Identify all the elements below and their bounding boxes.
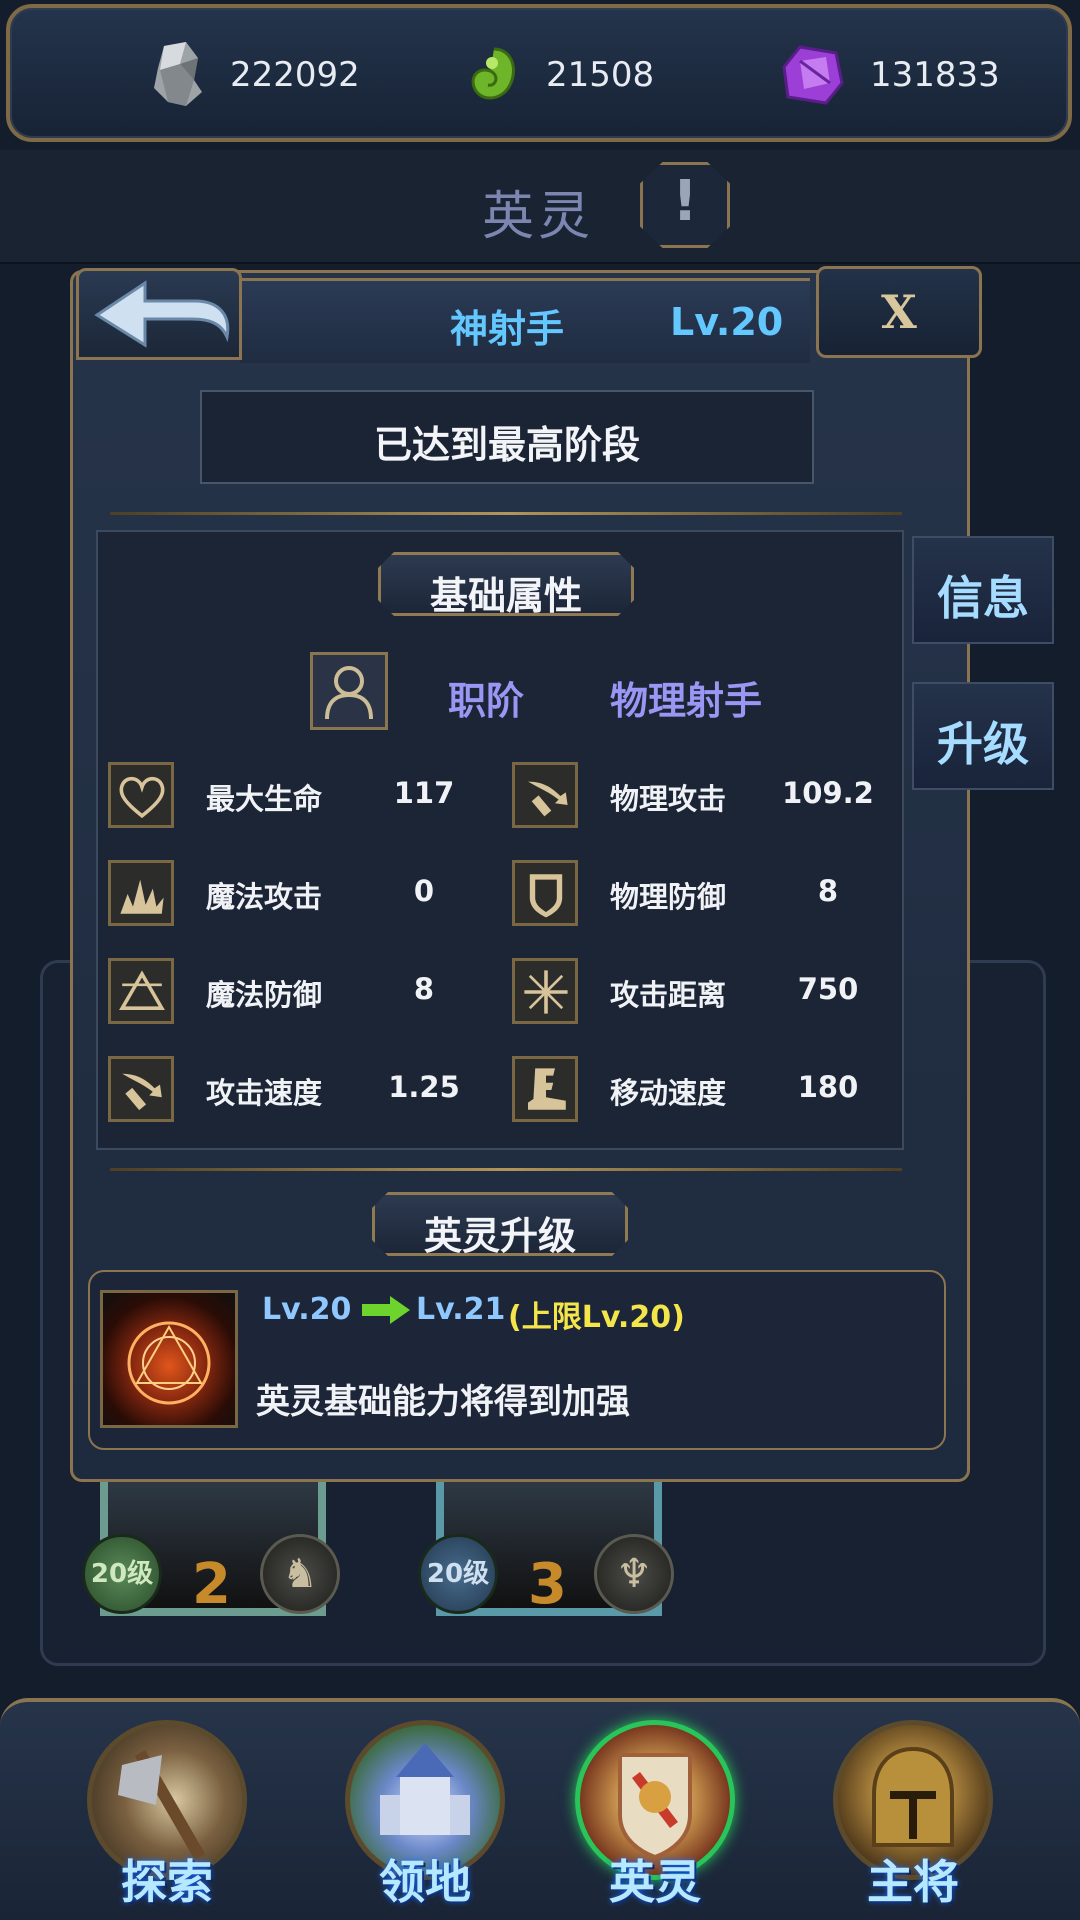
horse-head-icon: ♞ [260,1534,340,1614]
resource-stone-value: 222092 [230,55,360,95]
sword-speed-icon [108,1056,174,1122]
stage-status-text: 已达到最高阶段 [373,423,640,467]
section-title-upgrade: 英灵升级 [372,1192,628,1256]
stat-value: 8 [817,874,839,908]
section-title-basic-text: 基础属性 [429,574,582,618]
resource-essence: 21508 [466,45,654,105]
nav-territory-label: 领地 [379,1855,471,1909]
hero-card-rank: 2 [192,1552,231,1617]
stat-value: 0 [413,874,435,908]
stat-value: 109.2 [782,776,874,810]
exclamation-icon: ! [672,169,698,234]
divider [110,512,902,515]
resource-stone: 222092 [146,42,360,106]
nav-heroes-label: 英灵 [609,1855,701,1909]
magic-burst-icon [108,860,174,926]
alert-button[interactable]: ! [640,162,730,248]
resource-crystal: 131833 [780,45,1000,105]
close-icon: X [881,285,917,339]
purple-crystal-icon [780,43,846,107]
stat-value: 8 [413,972,435,1006]
arrow-right-icon [362,1296,410,1324]
nav-heroes[interactable]: 英灵 [570,1706,740,1909]
close-button[interactable]: X [816,266,982,358]
level-badge: 20级 [82,1534,162,1614]
sword-icon [512,762,578,828]
nav-territory[interactable]: 领地 [340,1706,510,1909]
heart-icon [108,762,174,828]
stone-ore-icon [146,40,206,110]
page-title-text: 英灵 [482,187,595,247]
crosshair-range-icon [512,958,578,1024]
basic-attributes-box [96,530,904,1150]
magic-circle-icon [100,1290,238,1428]
stat-value: 180 [797,1070,859,1104]
stat-label: 魔法攻击 [206,880,323,914]
level-badge: 20级 [418,1534,498,1614]
tab-upgrade-label: 升级 [937,717,1029,771]
stat-label: 最大生命 [206,782,323,816]
nav-general-label: 主将 [867,1855,959,1909]
upgrade-from-level: Lv.20 [262,1292,352,1327]
magic-triangle-icon [108,958,174,1024]
tab-upgrade[interactable]: 升级 [912,682,1054,790]
person-icon [310,652,388,730]
boot-icon [512,1056,578,1122]
stage-status-box: 已达到最高阶段 [200,390,814,484]
back-arrow-icon [94,280,230,348]
section-title-upgrade-text: 英灵升级 [423,1214,576,1258]
nav-explore-label: 探索 [121,1855,213,1909]
shield-icon [512,860,578,926]
hero-card-rank: 3 [528,1552,567,1617]
class-label: 职阶 [448,679,525,723]
nav-explore[interactable]: 探索 [82,1706,252,1909]
upgrade-description: 英灵基础能力将得到加强 [256,1382,630,1422]
back-button[interactable] [76,268,242,360]
stat-label: 物理攻击 [610,782,727,816]
stat-value: 117 [393,776,455,810]
stat-label: 物理防御 [610,880,727,914]
stat-value: 750 [797,972,859,1006]
stat-label: 移动速度 [610,1076,727,1110]
tab-info[interactable]: 信息 [912,536,1054,644]
stat-value: 1.25 [388,1070,460,1104]
section-title-basic: 基础属性 [378,552,634,616]
divider [110,1168,902,1171]
upgrade-level-cap: (上限Lv.20) [508,1300,685,1335]
tab-info-label: 信息 [937,571,1029,625]
upgrade-to-level: Lv.21 [416,1292,506,1327]
hero-level: Lv.20 [670,300,784,344]
flame-crest-icon: ♆ [594,1534,674,1614]
stat-label: 魔法防御 [206,978,323,1012]
stat-label: 攻击速度 [206,1076,323,1110]
resource-crystal-value: 131833 [870,55,1000,95]
hero-name: 神射手 [450,307,565,351]
green-essence-icon [466,43,522,107]
resource-essence-value: 21508 [546,55,655,95]
class-value: 物理射手 [610,679,763,723]
stat-label: 攻击距离 [610,978,727,1012]
nav-general[interactable]: 主将 [828,1706,998,1909]
